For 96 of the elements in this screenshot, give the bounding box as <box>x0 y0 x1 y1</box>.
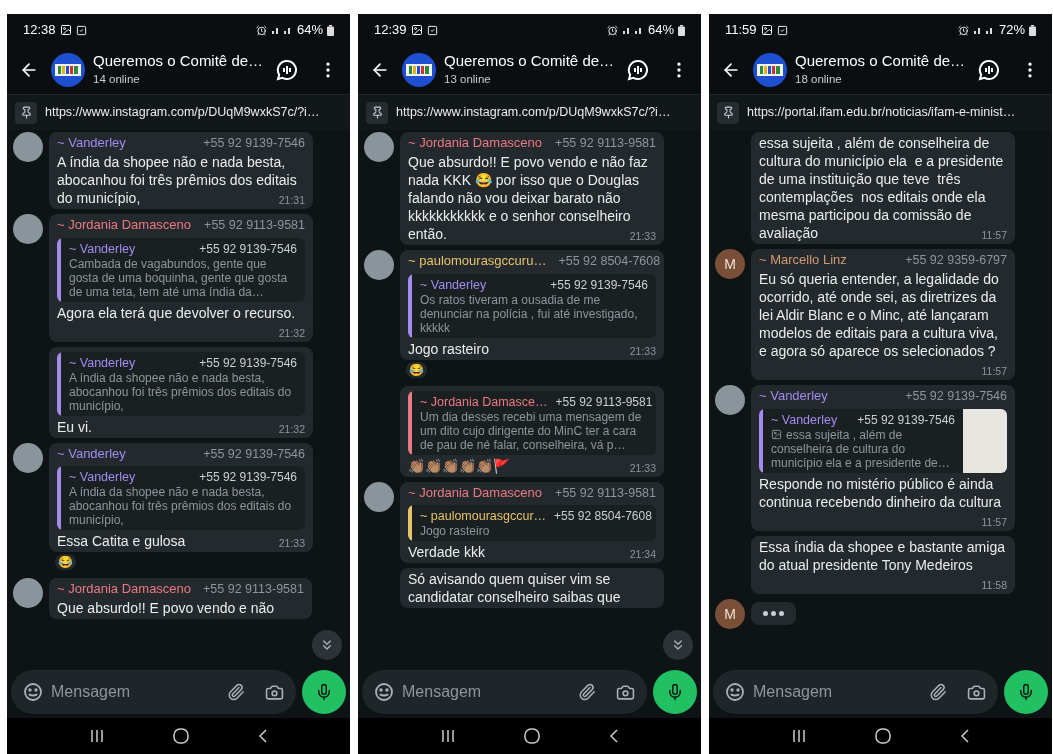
quoted-text: Um dia desses recebi uma mensagem de um dito cujo dirigente do MinC ter a cara de pau de né falar, conselheira, vá p… <box>420 409 643 452</box>
quoted-sender-name: ~ Vanderley <box>69 469 136 486</box>
sender-name: ~ Vanderley <box>759 386 828 405</box>
sender-name: ~ Jordania Damasceno <box>408 483 543 502</box>
quoted-text: Jogo rasteiro <box>420 524 491 539</box>
message-time: 11:57 <box>981 363 1007 378</box>
message-time: 11:58 <box>981 577 1007 592</box>
sender-phone: +55 92 9113-9581 <box>555 484 656 502</box>
chat-title[interactable]: Queremos o Comitê de… <box>444 51 615 72</box>
message-text: Eu vi. 21:32 <box>57 417 305 436</box>
sender-phone: +55 92 9113-9581 <box>203 581 304 599</box>
message-input-field[interactable]: Mensagem <box>713 670 998 714</box>
sender-name: ~ Marcello Linz <box>759 251 847 269</box>
message-time: 21:31 <box>278 192 305 207</box>
sender-phone: +55 92 9113-9581 <box>204 216 305 234</box>
online-count: 14 online <box>93 72 141 88</box>
message-time: 21:33 <box>629 343 656 358</box>
message-input-field[interactable]: Mensagem <box>362 670 647 714</box>
quoted-text: Os ratos tiveram a ousadia de me denunciar na polícia , fui até investigado, kkkkk <box>420 292 639 335</box>
message-time: 11:57 <box>981 228 1007 242</box>
quoted-message[interactable]: ~ Vanderley +55 92 9139-7546 essa sujeita , além de conselheira de cultura do município ela e a presidente de… <box>759 408 1007 473</box>
quoted-sender-phone: +55 92 9113-9581 <box>555 393 653 410</box>
sender-name: ~ Vanderley <box>57 444 126 463</box>
battery-percentage: 72% <box>998 21 1025 40</box>
message-text: Essa Catita e gulosa 21:33 <box>57 532 305 551</box>
quoted-sender-name: ~ Vanderley <box>420 276 487 293</box>
pinned-link[interactable]: https://www.instagram.com/p/DUqM9wxkS7c/?i… <box>45 103 320 122</box>
quoted-sender-name: ~ Vanderley <box>69 354 136 371</box>
quoted-sender-phone: +55 92 9139-7546 <box>199 469 297 486</box>
reaction-badge[interactable]: 😂 <box>406 361 427 378</box>
letter-avatar: M <box>715 598 745 629</box>
quoted-message[interactable]: ~ Jordania Damasce… +55 92 9113-9581 Um dia desses recebi uma mensagem de um dito cujo dirigente do MinC ter a cara de pau de né falar, conselheira, vá p… <box>408 390 656 455</box>
chat-title[interactable]: Queremos o Comitê de… <box>795 51 966 72</box>
message-time: 11:57 <box>981 514 1007 529</box>
chat-title[interactable]: Queremos o Comitê de… <box>93 51 264 72</box>
sender-name: ~ Vanderley <box>57 134 126 152</box>
sender-name: ~ Jordania Damasceno <box>57 215 192 234</box>
message-text: Verdade kkk 21:34 <box>408 543 656 562</box>
sender-phone: +55 92 8504-7608 <box>558 252 661 270</box>
sender-phone: +55 92 9113-9581 <box>555 135 656 152</box>
message-text: Jogo rasteiro 21:33 <box>408 339 656 358</box>
message-text: A índia da shopee não e nada besta, abocanhou foi três prêmios dos editais do município, 21:31 <box>57 152 305 207</box>
online-count: 13 online <box>444 72 492 88</box>
sender-phone: +55 92 9139-7546 <box>203 135 305 152</box>
quoted-message[interactable]: ~ Vanderley +55 92 9139-7546 Os ratos tiveram a ousadia de me denunciar na polícia , fui até investigado, kkkkk <box>408 273 656 338</box>
pinned-message-bar[interactable]: https://www.instagram.com/p/DUqM9wxkS7c/?i… <box>358 94 701 130</box>
pinned-message-bar[interactable]: https://www.instagram.com/p/DUqM9wxkS7c/?i… <box>7 94 350 130</box>
quoted-sender-phone: +55 92 9139-7546 <box>550 276 648 293</box>
message-input[interactable]: Mensagem <box>402 680 570 704</box>
message-text: essa sujeita , além de conselheira de cultura do município ela e a presidente de uma instituição que teve três contemplações nos editais onde ela mesma participou da comissão de avaliação 11:57 <box>759 134 1007 242</box>
sender-phone: +55 92 9139-7546 <box>203 445 305 463</box>
quoted-sender-phone: +55 92 9139-7546 <box>199 240 297 257</box>
quoted-sender-name: ~ Jordania Damasce… <box>420 393 548 410</box>
quoted-message[interactable]: ~ paulomourasgccur… +55 92 8504-7608 Jogo rasteiro <box>408 505 656 542</box>
quoted-message[interactable]: ~ Vanderley +55 92 9139-7546 Cambada de vagabundos, gente que gosta de uma boquinha, gente que gosta de uma teta, tem até uma índia da… <box>57 237 305 302</box>
reaction-badge[interactable]: 😂 <box>55 554 76 571</box>
quoted-sender-phone: +55 92 9139-7546 <box>857 411 955 428</box>
status-time: 12:38 <box>23 21 56 40</box>
quoted-sender-phone: +55 92 8504-7608 <box>554 508 652 525</box>
battery-percentage: 64% <box>647 21 674 40</box>
message-text: Que absurdo!! E povo vendo e não faz nada KKK 😂 por isso que o Douglas falando não vou deixar barato não kkkkkkkkkkk e o senhor conselheiro então. 21:33 <box>408 152 656 243</box>
letter-avatar: M <box>715 249 745 279</box>
message-text: 👏🏽👏🏽👏🏽👏🏽👏🏽🚩 21:33 <box>408 456 656 475</box>
sender-name: ~ Jordania Damasceno <box>408 134 543 152</box>
status-time: 12:39 <box>374 21 407 40</box>
sender-phone: +55 92 9359-6797 <box>905 252 1007 269</box>
quoted-text: A índia da shopee não e nada besta, abocanhou foi três prêmios dos editais do município, <box>69 370 293 413</box>
message-input-field[interactable]: Mensagem <box>11 670 296 714</box>
message-time: 21:32 <box>278 325 305 340</box>
sender-phone: +55 92 9139-7546 <box>905 387 1007 405</box>
message-text: Que absurdo!! E povo vendo e não <box>57 599 276 617</box>
quoted-text: A índia da shopee não e nada besta, abocanhou foi três prêmios dos editais do município, <box>69 485 293 528</box>
message-time: 21:33 <box>278 536 305 551</box>
quoted-sender-name: ~ Vanderley <box>771 411 838 428</box>
message-time: 21:34 <box>629 547 656 562</box>
message-input[interactable]: Mensagem <box>51 680 219 704</box>
status-time: 11:59 <box>725 21 757 40</box>
quoted-message[interactable]: ~ Vanderley +55 92 9139-7546 A índia da shopee não e nada besta, abocanhou foi três prêmios dos editais do município, <box>57 351 305 416</box>
sender-name: ~ paulomourasgccuru… <box>408 251 547 270</box>
sender-name: ~ Jordania Damasceno <box>57 580 192 599</box>
quoted-sender-phone: +55 92 9139-7546 <box>199 354 297 371</box>
message-time: 21:32 <box>278 421 305 436</box>
quoted-message[interactable]: ~ Vanderley +55 92 9139-7546 A índia da shopee não e nada besta, abocanhou foi três prêmios dos editais do município, <box>57 466 305 531</box>
pinned-message-bar[interactable]: https://portal.ifam.edu.br/noticias/ifam-e-minist… <box>709 94 1052 130</box>
online-count: 18 online <box>795 72 843 88</box>
message-time: 21:33 <box>629 228 656 243</box>
quoted-text: Cambada de vagabundos, gente que gosta de uma boquinha, gente que gosta de uma teta, tem até uma índia da… <box>69 256 289 299</box>
quoted-text: essa sujeita , além de conselheira de cultura do município ela e a presidente de… <box>771 427 951 470</box>
quoted-sender-name: ~ paulomourasgccur… <box>420 508 547 525</box>
quoted-sender-name: ~ Vanderley <box>69 240 136 257</box>
pinned-link[interactable]: https://www.instagram.com/p/DUqM9wxkS7c/?i… <box>396 103 671 122</box>
pinned-link[interactable]: https://portal.ifam.edu.br/noticias/ifam-e-minist… <box>747 103 1016 122</box>
battery-percentage: 64% <box>296 21 323 40</box>
message-input[interactable]: Mensagem <box>753 680 921 704</box>
message-text: Só avisando quem quiser vim se candidatar conselheiro saibas que <box>408 570 622 607</box>
message-time: 21:33 <box>629 460 656 475</box>
